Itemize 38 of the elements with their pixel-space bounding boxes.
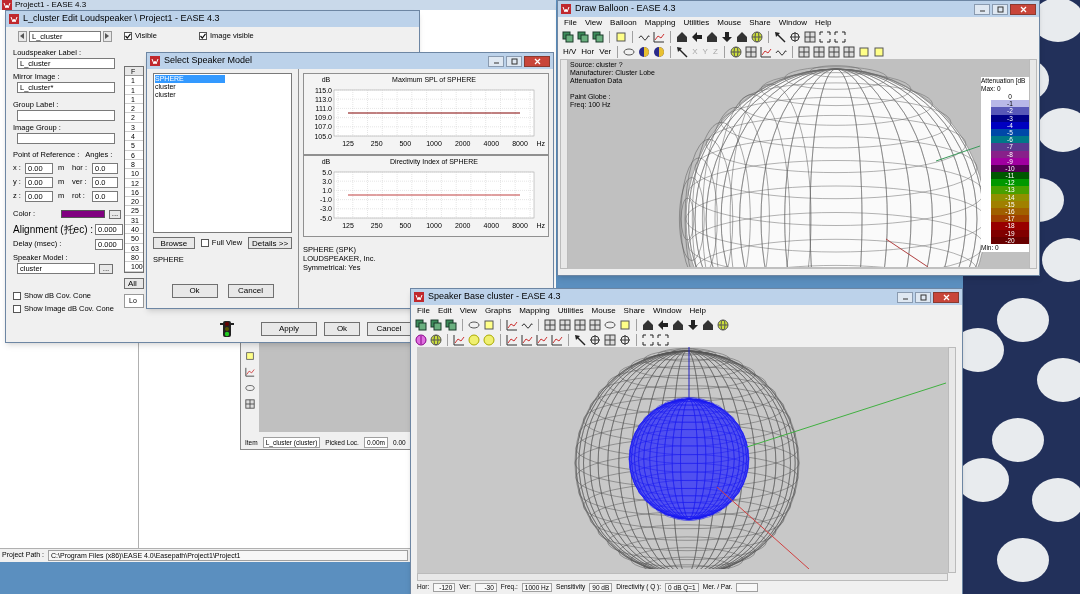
ellipsis-button[interactable]: ... <box>99 263 113 274</box>
menu-item[interactable]: Mapping <box>640 17 680 29</box>
menu-item[interactable]: Help <box>811 17 836 29</box>
menu-item[interactable]: Help <box>685 305 710 317</box>
field-label: Alignment (托ec) : <box>13 222 94 237</box>
apply-button[interactable]: Apply <box>261 322 317 336</box>
menu-item[interactable]: View <box>455 305 481 317</box>
menu-item[interactable]: Utilities <box>553 305 588 317</box>
window-title: Draw Balloon - EASE 4.3 <box>575 2 676 16</box>
details-button[interactable]: Details >> <box>248 237 292 249</box>
menu-item[interactable]: Mouse <box>713 17 746 29</box>
ok-button[interactable]: Ok <box>324 322 360 336</box>
menu-item[interactable]: View <box>580 17 607 29</box>
menu-item[interactable]: File <box>560 17 581 29</box>
menu-item[interactable]: Share <box>745 17 775 29</box>
toolbar-button[interactable]: Hor <box>580 45 596 58</box>
window-title: Select Speaker Model <box>164 54 253 68</box>
all-button[interactable]: All <box>124 277 144 289</box>
ellipsis-button[interactable]: ... <box>109 209 121 219</box>
window-title: Project1 - EASE 4.3 <box>15 0 87 10</box>
cancel-button[interactable]: Cancel <box>367 322 411 336</box>
menu-item[interactable]: Mouse <box>587 305 620 317</box>
browse-button[interactable]: Browse <box>153 237 195 249</box>
menu-item[interactable]: Graphs <box>480 305 516 317</box>
ok-button[interactable]: Ok <box>171 284 218 298</box>
menu-item[interactable]: File <box>413 305 434 317</box>
toolbar-button[interactable]: Ver <box>598 45 613 58</box>
menu-item[interactable]: Mapping <box>515 305 554 317</box>
menu-item[interactable]: Edit <box>433 305 456 317</box>
menu-item[interactable]: Balloon <box>606 17 641 29</box>
toolbar-button[interactable]: H/V <box>562 45 578 58</box>
menu-item[interactable]: Window <box>648 305 686 317</box>
window-title: L_cluster Edit Loudspeaker \ Project1 - EASE 4.3 <box>23 12 220 26</box>
menu-item[interactable]: Utilities <box>679 17 714 29</box>
menu-item[interactable]: Share <box>619 305 649 317</box>
window-title: Speaker Base cluster - EASE 4.3 <box>428 290 561 304</box>
cancel-button[interactable]: Cancel <box>227 284 274 298</box>
menu-item[interactable]: Window <box>774 17 812 29</box>
